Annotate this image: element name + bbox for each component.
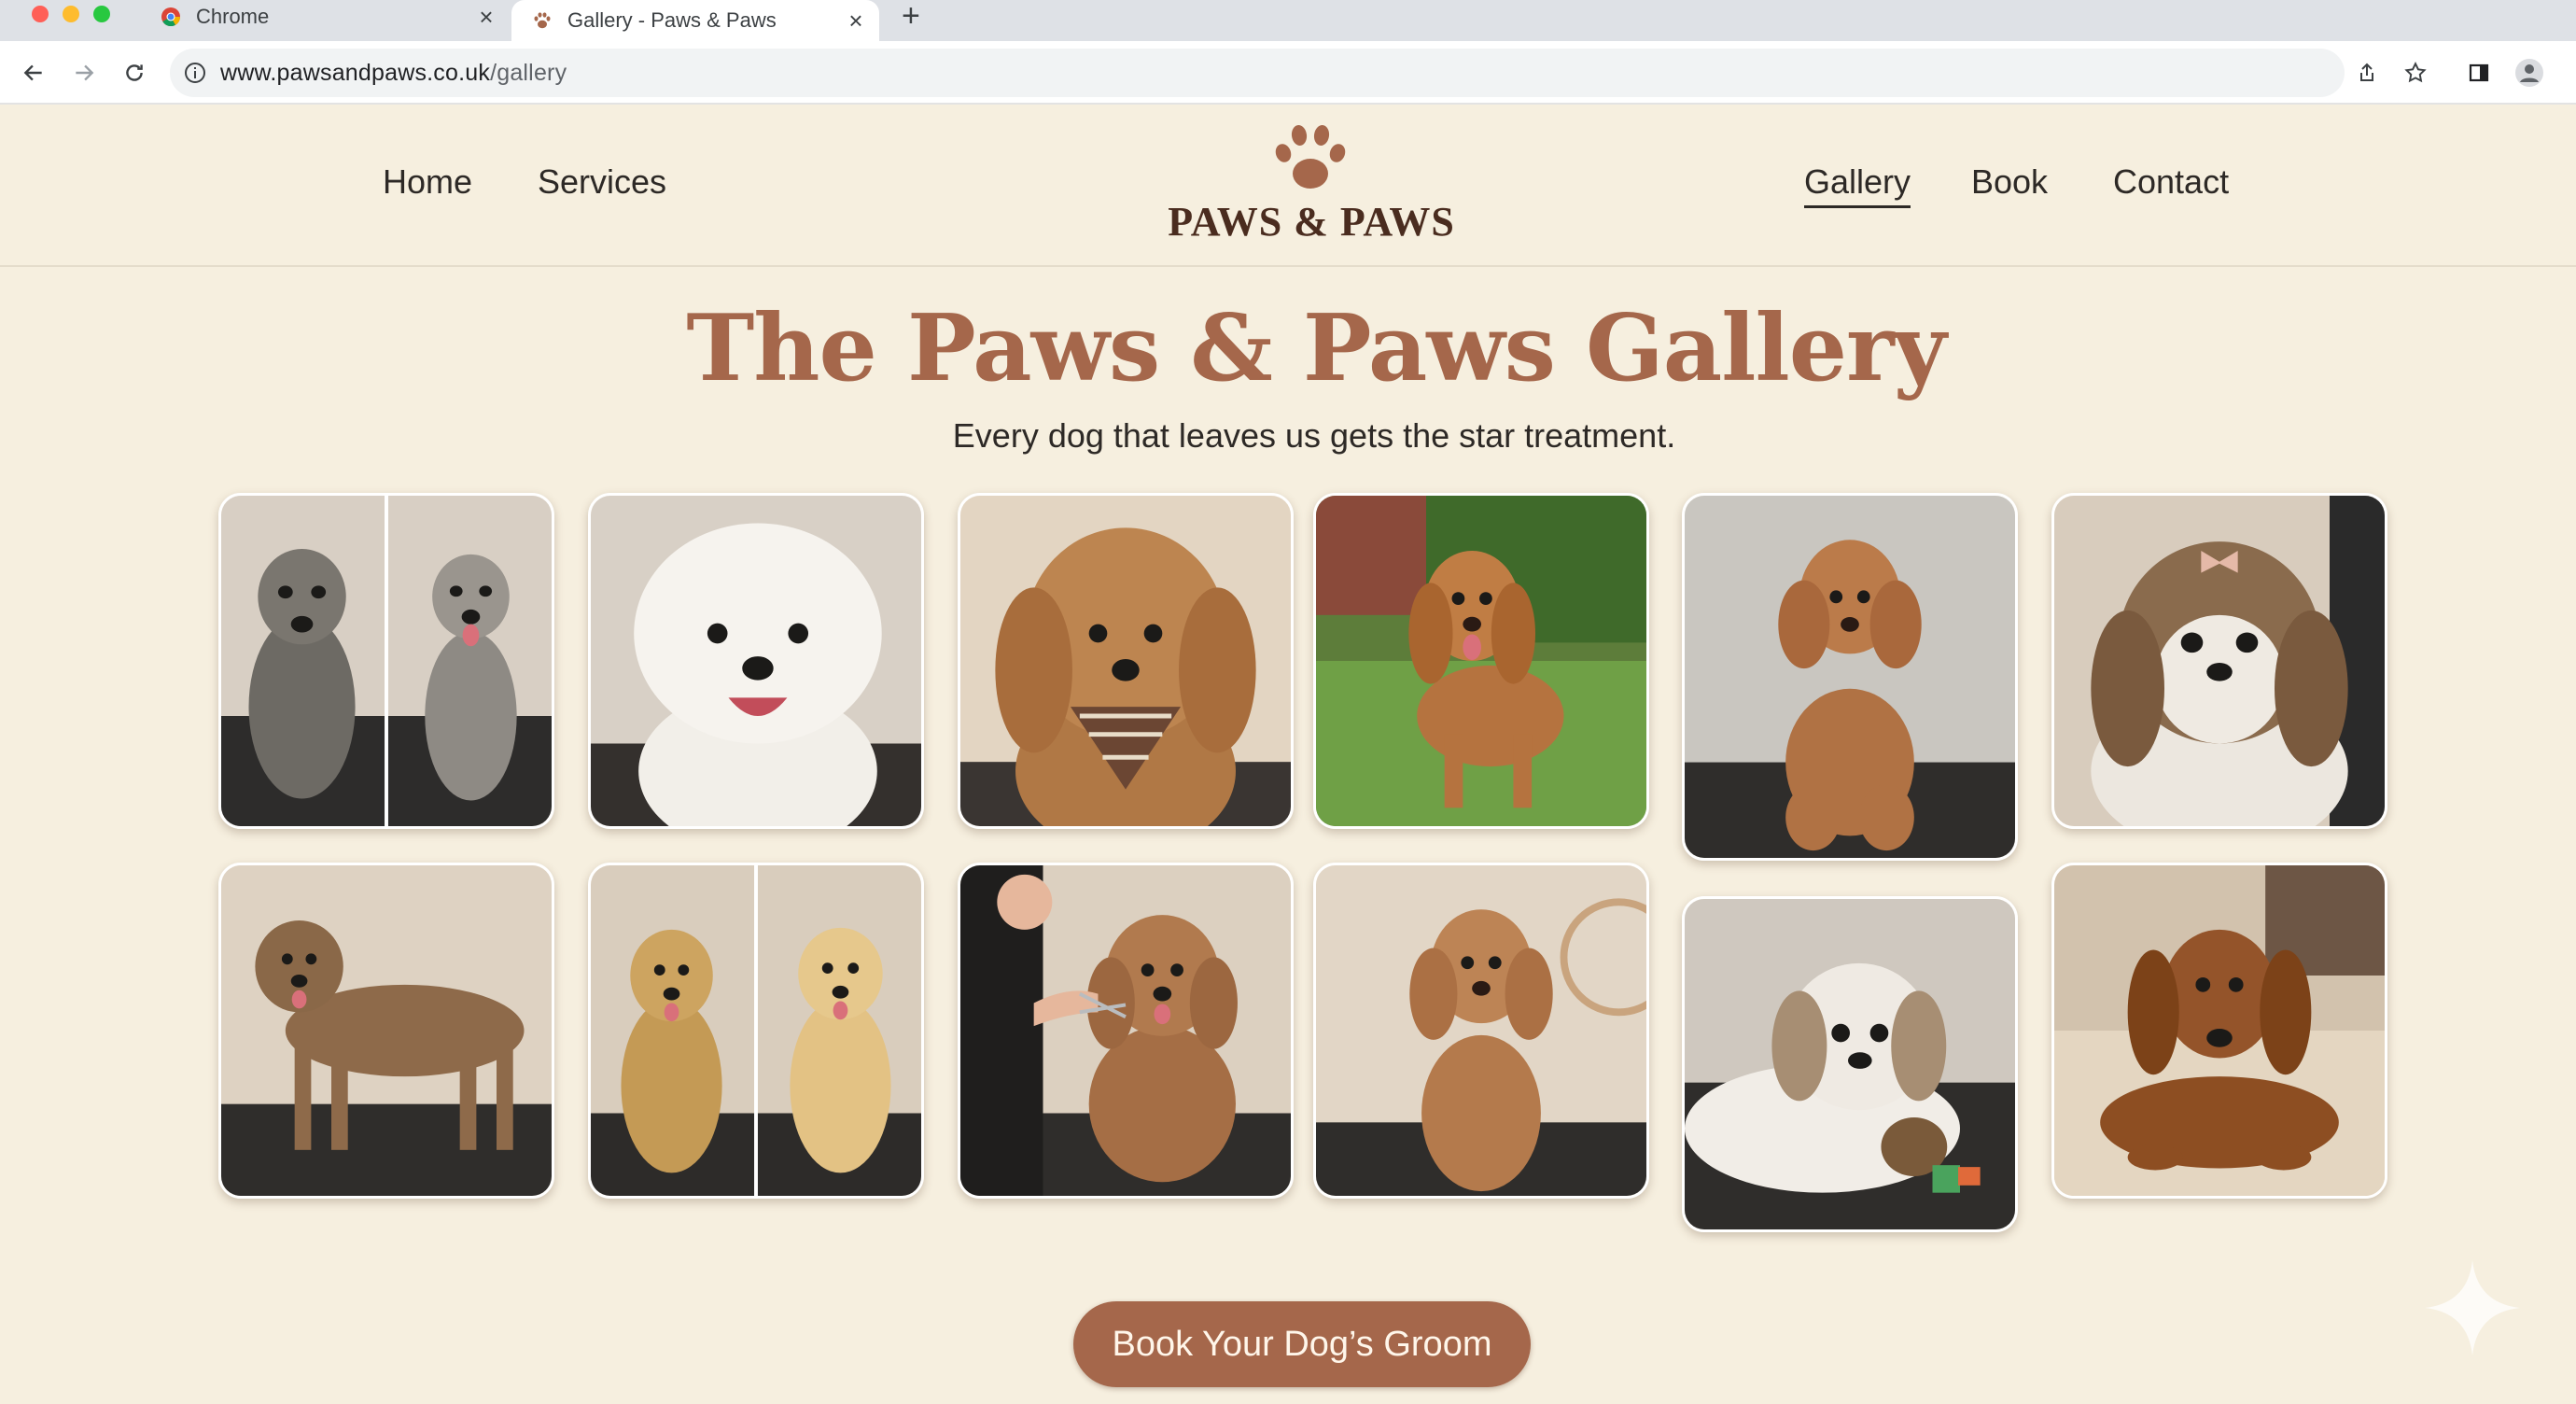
bichon-image (591, 496, 921, 826)
gallery-photo-cockapoo-bandana[interactable] (958, 493, 1294, 829)
share-icon[interactable] (2348, 54, 2386, 91)
reload-icon[interactable] (116, 54, 153, 91)
side-panel-icon[interactable] (2460, 54, 2498, 91)
gallery-photo-bichon[interactable] (588, 493, 924, 829)
forward-arrow-icon[interactable] (65, 54, 103, 91)
tab-title: Chrome (196, 5, 270, 28)
gallery-photo-groomer-doodle[interactable] (958, 863, 1294, 1199)
nav-home[interactable]: Home (383, 162, 472, 202)
groomer-image (960, 865, 1291, 1196)
dachshund-image (2054, 865, 2385, 1196)
address-bar[interactable]: www.pawsandpaws.co.uk/gallery (170, 49, 2345, 97)
gallery-photo-border-terrier[interactable] (218, 863, 554, 1199)
nav-services[interactable]: Services (538, 162, 666, 202)
book-groom-button[interactable]: Book Your Dog’s Groom (1073, 1301, 1531, 1387)
gallery-photo-dachshund[interactable] (2051, 863, 2387, 1199)
browser-toolbar: www.pawsandpaws.co.uk/gallery (0, 41, 2576, 105)
page-subtitle: Every dog that leaves us gets the star t… (952, 416, 1676, 455)
url-host: www.pawsandpaws.co.uk (220, 59, 491, 86)
tab-gallery[interactable]: Gallery - Paws & Paws × (511, 0, 879, 41)
schnauzer-image (221, 496, 552, 826)
terrier-image (221, 865, 552, 1196)
spaniel-image (1316, 496, 1646, 826)
bookmark-star-icon[interactable] (2397, 54, 2434, 91)
cockapoo-image (960, 496, 1291, 826)
new-tab-button[interactable]: + (902, 0, 920, 34)
gallery-photo-shihtzu-bow[interactable] (2051, 493, 2387, 829)
window-zoom-button[interactable] (93, 6, 110, 22)
paw-icon (532, 10, 553, 31)
tab-chrome[interactable]: Chrome × (140, 0, 510, 34)
window-minimize-button[interactable] (63, 6, 79, 22)
logo-paw-icon (1275, 125, 1346, 189)
tab-title: Gallery - Paws & Paws (567, 8, 777, 32)
site-header: Home Services PAWS & PAWS Gallery Book C… (0, 105, 2576, 267)
url-path: /gallery (490, 59, 567, 86)
nav-gallery[interactable]: Gallery (1804, 162, 1911, 208)
url-text: www.pawsandpaws.co.uk/gallery (220, 60, 567, 87)
gallery-photo-apricot-poodle[interactable] (1313, 863, 1649, 1199)
gallery-photo-spaniel-lawn[interactable] (1313, 493, 1649, 829)
gallery-photo-golden-retriever[interactable] (588, 863, 924, 1199)
back-arrow-icon[interactable] (15, 54, 52, 91)
nav-contact[interactable]: Contact (2113, 162, 2229, 202)
browser-tab-bar: Chrome × Gallery - Paws & Paws × + (0, 0, 2576, 41)
shihtzu-image (2054, 496, 2385, 826)
profile-avatar-icon[interactable] (2511, 54, 2548, 91)
tab-close-icon[interactable]: × (842, 7, 870, 35)
shihtzu-toy-image (1685, 899, 2015, 1229)
tab-close-icon[interactable]: × (472, 3, 500, 32)
chrome-icon (161, 7, 181, 27)
retriever-image (591, 865, 921, 1196)
gallery-photo-shihtzu-toy[interactable] (1682, 896, 2018, 1232)
sparkle-icon (2425, 1260, 2520, 1355)
gallery-photo-poodle-table[interactable] (1682, 493, 2018, 861)
site-info-icon[interactable] (183, 61, 207, 85)
window-close-button[interactable] (32, 6, 49, 22)
page-title: The Paws & Paws Gallery (686, 295, 1946, 402)
nav-book[interactable]: Book (1971, 162, 2048, 202)
poodle-image (1685, 496, 2015, 858)
gallery-photo-schnauzer[interactable] (218, 493, 554, 829)
logo-wordmark[interactable]: PAWS & PAWS (1157, 198, 1465, 246)
apricot-poodle-image (1316, 865, 1646, 1196)
